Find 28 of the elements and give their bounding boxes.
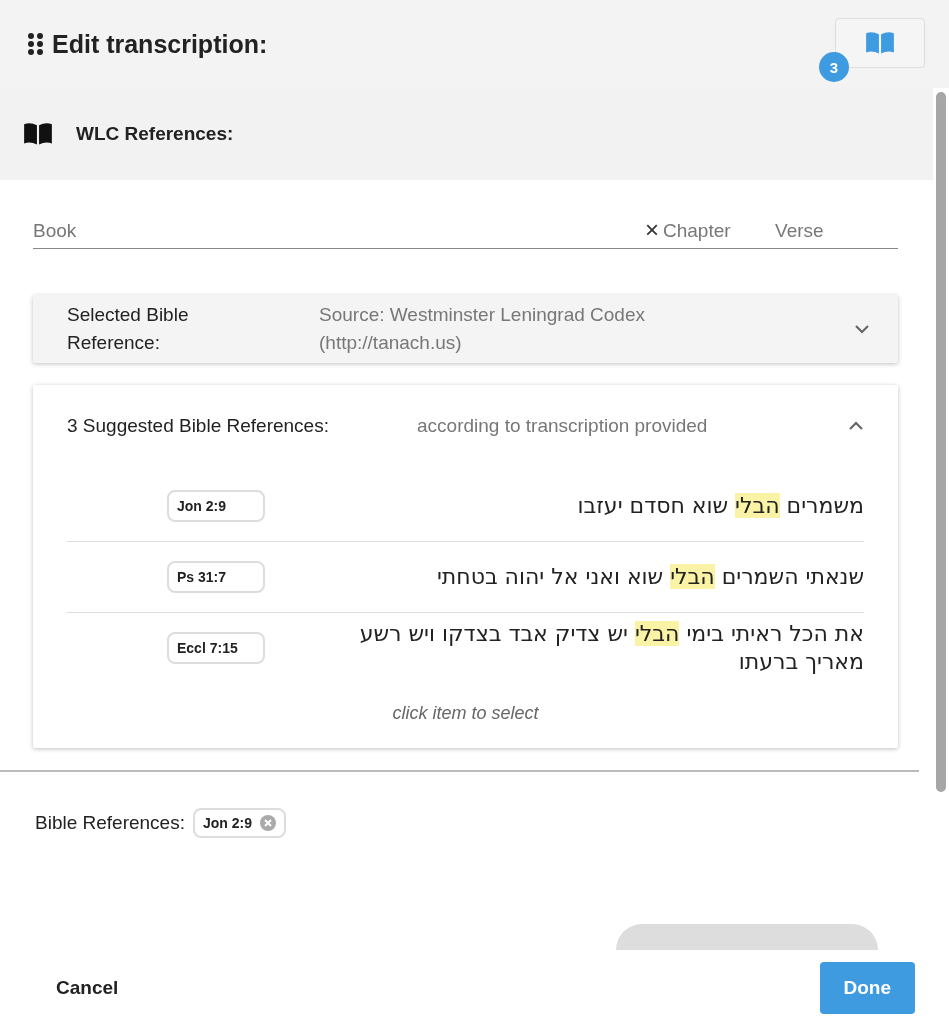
reference-tag[interactable]: Jon 2:9 — [167, 490, 265, 522]
hint-text: click item to select — [391, 703, 540, 724]
selected-reference-label: Selected Bible Reference: — [67, 303, 190, 355]
section-title: WLC References: — [76, 123, 234, 145]
verse-text[interactable]: את הכל ראיתי בימי הבלי יש צדיק אבד בצדקו ויש רשע מאריך ברעתו — [325, 620, 864, 676]
cancel-button[interactable]: Cancel — [34, 965, 141, 1011]
chevron-down-icon[interactable] — [854, 324, 870, 334]
suggestions-subtitle: according to transcription provided — [417, 415, 709, 437]
clear-button[interactable]: × — [645, 218, 663, 242]
dialog-title: Edit transcription: — [52, 29, 268, 59]
count-badge: 3 — [819, 52, 849, 82]
suggestions-title: 3 Suggested Bible References: — [67, 415, 330, 437]
verse-text[interactable]: שנאתי השמרים הבלי שוא ואני אל יהוה בטחתי — [325, 563, 864, 591]
source-text: Source: Westminster Leningrad Codex (http://tanach.us) — [319, 303, 646, 355]
verse-text[interactable]: משמרים הבלי שוא חסדם יעזבו — [325, 492, 864, 520]
bible-references-label: Bible References: — [35, 812, 185, 834]
chapter-field[interactable]: Chapter — [663, 220, 775, 242]
drag-handle-icon[interactable] — [28, 32, 44, 56]
scrollbar-thumb[interactable] — [936, 92, 946, 792]
reference-tag[interactable]: Ps 31:7 — [167, 561, 265, 593]
reference-chip[interactable]: Jon 2:9 — [192, 808, 286, 838]
verse-field[interactable]: Verse — [775, 220, 865, 242]
book-icon — [864, 30, 896, 56]
selected-reference-panel[interactable]: Selected Bible Reference: Source: Westminster Leningrad Codex (http://tanach.us) — [33, 295, 898, 363]
chevron-up-icon[interactable] — [848, 421, 864, 431]
book-icon — [22, 121, 54, 147]
reference-tag[interactable]: Eccl 7:15 — [167, 632, 265, 664]
book-field[interactable]: Book — [33, 220, 645, 242]
